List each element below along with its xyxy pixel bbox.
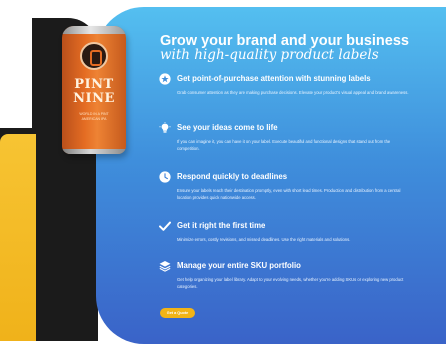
can-lid (62, 26, 126, 34)
layers-icon (159, 261, 171, 272)
can-sub-line-2: AMERICAN IPA (81, 117, 107, 121)
yellow-decorative-shape (0, 134, 36, 341)
clock-icon (159, 171, 171, 183)
can-base (62, 149, 126, 154)
white-decorative-cutout (0, 18, 32, 128)
feature-title: Respond quickly to deadlines (177, 172, 288, 181)
product-can-image: PINT NINE WORLD IN A PINT AMERICAN IPA (62, 26, 126, 154)
can-brand-title: PINT NINE (62, 78, 126, 106)
can-logo-badge (80, 42, 108, 70)
feature-description: If you can imagine it, you can have it o… (177, 139, 391, 151)
feature-title: Get it right the first time (177, 221, 266, 230)
feature-title: See your ideas come to life (177, 123, 278, 132)
feature-description: Get help organizing your label library. … (177, 277, 404, 289)
can-title-line-2: NINE (73, 91, 115, 106)
award-star-icon (159, 73, 171, 85)
feature-title: Manage your entire SKU portfolio (177, 261, 301, 270)
feature-description: Grab consumer attention as they are maki… (177, 90, 409, 95)
checkmark-icon (159, 221, 171, 231)
headline-line-2: with high-quality product labels (160, 47, 379, 63)
can-title-line-1: PINT (74, 77, 114, 92)
can-subtitle: WORLD IN A PINT AMERICAN IPA (62, 112, 126, 122)
feature-title: Get point-of-purchase attention with stu… (177, 74, 371, 83)
feature-description: Ensure your labels reach their destinati… (177, 188, 401, 200)
feature-description: Minimize errors, costly revisions, and m… (177, 237, 351, 242)
get-a-quote-button[interactable]: Get a Quote (160, 308, 195, 318)
lightbulb-icon (159, 122, 171, 133)
